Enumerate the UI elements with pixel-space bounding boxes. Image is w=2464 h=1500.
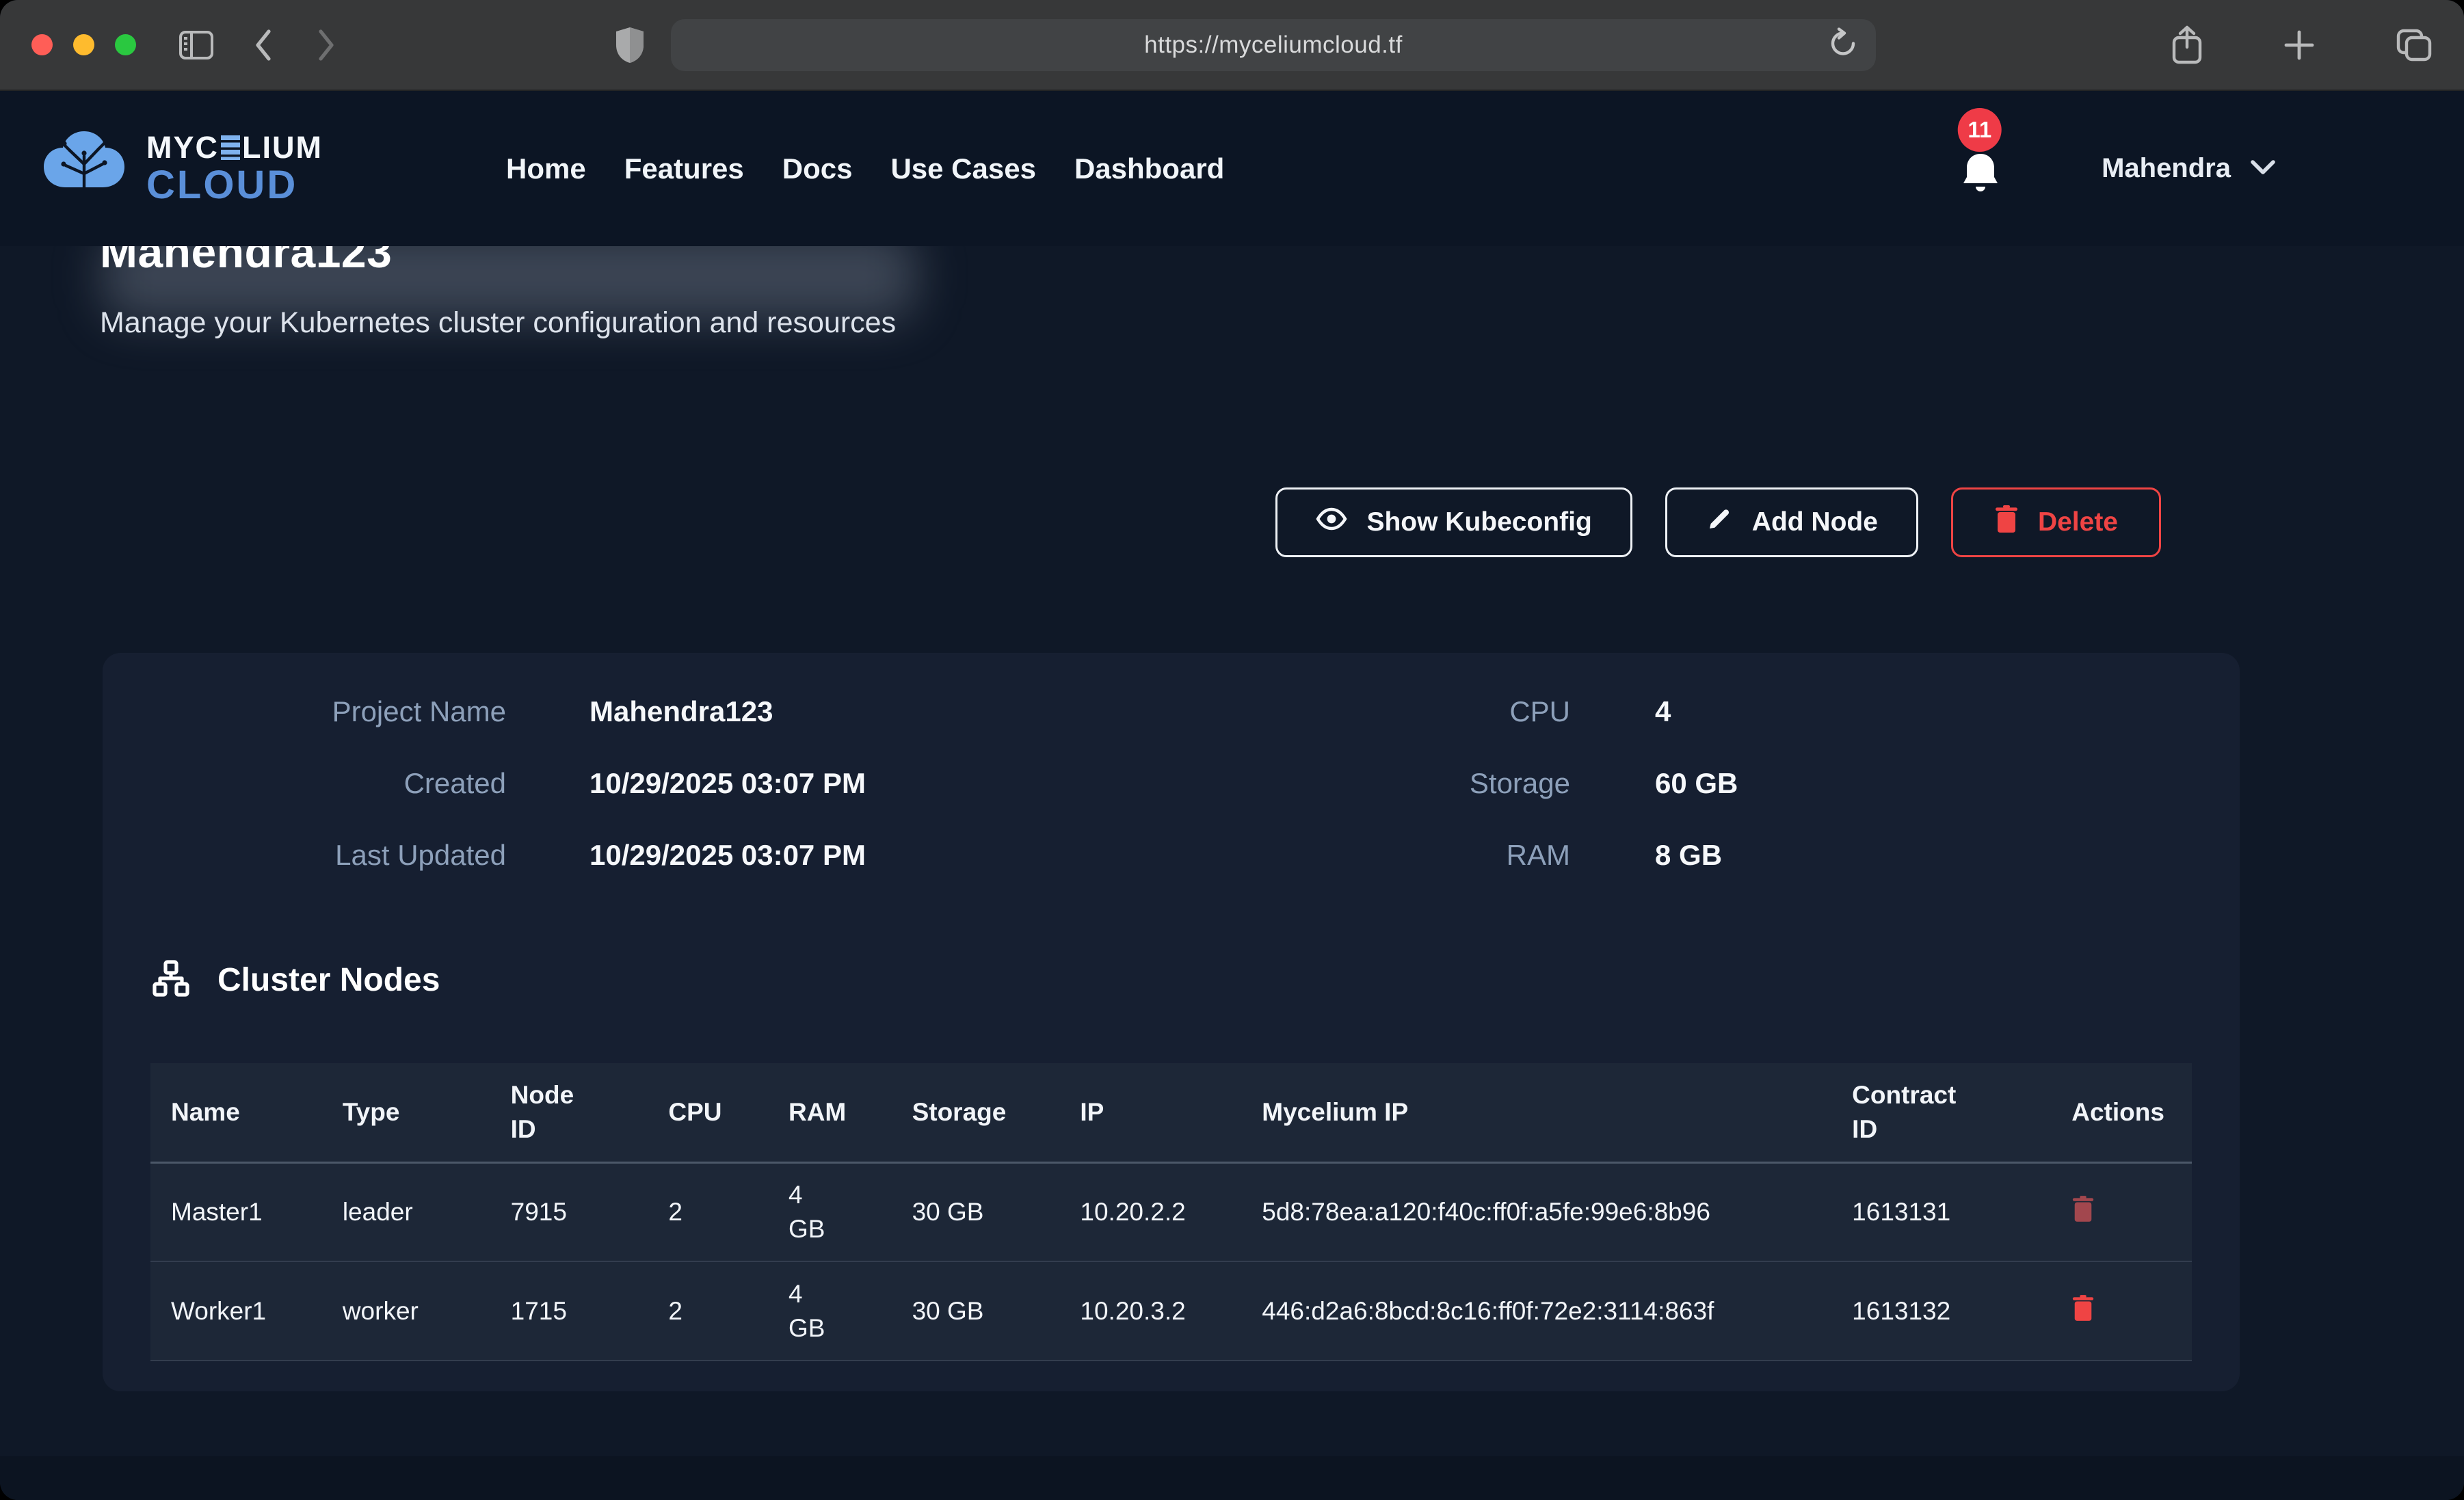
col-cpu: CPU bbox=[648, 1063, 768, 1162]
tab-overview-icon[interactable] bbox=[2396, 28, 2433, 62]
traffic-lights bbox=[31, 34, 136, 55]
cell-contract-id: 1613132 bbox=[1831, 1261, 2051, 1361]
cell-node-id: 7915 bbox=[490, 1162, 648, 1261]
cell-name: Master1 bbox=[150, 1162, 322, 1261]
cloud-logo-icon bbox=[40, 129, 129, 209]
cluster-info-left: Project Name Mahendra123 Created 10/29/2… bbox=[103, 695, 866, 872]
info-value: 10/29/2025 03:07 PM bbox=[589, 839, 866, 872]
cell-type: leader bbox=[322, 1162, 490, 1261]
cell-mycelium-ip: 5d8:78ea:a120:f40c:ff0f:a5fe:99e6:8b96 bbox=[1241, 1162, 1831, 1261]
col-type: Type bbox=[322, 1063, 490, 1162]
notification-badge: 11 bbox=[1958, 108, 2002, 152]
delete-node-button[interactable] bbox=[2071, 1294, 2095, 1324]
show-kubeconfig-button[interactable]: Show Kubeconfig bbox=[1275, 487, 1632, 557]
cell-contract-id: 1613131 bbox=[1831, 1162, 2051, 1261]
info-label: Last Updated bbox=[103, 839, 506, 872]
table-header-row: Name Type Node ID CPU RAM Storage IP Myc… bbox=[150, 1063, 2192, 1162]
info-value: 60 GB bbox=[1655, 767, 1738, 800]
cell-storage: 30 GB bbox=[892, 1261, 1060, 1361]
eye-icon bbox=[1316, 507, 1347, 537]
privacy-shield-icon[interactable] bbox=[615, 26, 645, 64]
cell-mycelium-ip: 446:d2a6:8bcd:8c16:ff0f:72e2:3114:863f bbox=[1241, 1261, 1831, 1361]
nav-link-use-cases[interactable]: Use Cases bbox=[890, 152, 1035, 185]
zoom-window-button[interactable] bbox=[115, 34, 136, 55]
cell-actions bbox=[2051, 1162, 2192, 1261]
minimize-window-button[interactable] bbox=[73, 34, 94, 55]
cluster-actions: Show Kubeconfig Add Node Delete bbox=[1275, 487, 2161, 557]
cell-storage: 30 GB bbox=[892, 1162, 1060, 1261]
bell-icon bbox=[1959, 151, 2002, 200]
sidebar-toggle-icon[interactable] bbox=[178, 30, 214, 60]
info-label: Project Name bbox=[103, 695, 506, 728]
nav-link-dashboard[interactable]: Dashboard bbox=[1074, 152, 1224, 185]
col-ram: RAM bbox=[768, 1063, 892, 1162]
cell-cpu: 2 bbox=[648, 1162, 768, 1261]
cell-ram: 4 GB bbox=[768, 1261, 892, 1361]
cell-ip: 10.20.3.2 bbox=[1059, 1261, 1241, 1361]
share-icon[interactable] bbox=[2171, 25, 2203, 65]
col-storage: Storage bbox=[892, 1063, 1060, 1162]
col-actions: Actions bbox=[2051, 1063, 2192, 1162]
cell-type: worker bbox=[322, 1261, 490, 1361]
notifications-button[interactable]: 11 bbox=[1959, 138, 2002, 200]
cluster-nodes-heading: Cluster Nodes bbox=[152, 959, 440, 1001]
nav-link-docs[interactable]: Docs bbox=[782, 152, 853, 185]
cell-node-id: 1715 bbox=[490, 1261, 648, 1361]
url-text: https://myceliumcloud.tf bbox=[1144, 31, 1403, 59]
info-value: Mahendra123 bbox=[589, 695, 866, 728]
info-label: CPU bbox=[1368, 695, 1570, 728]
cluster-info-right: CPU 4 Storage 60 GB RAM 8 GB bbox=[1368, 695, 1738, 872]
close-window-button[interactable] bbox=[31, 34, 53, 55]
col-contract-id: Contract ID bbox=[1831, 1063, 2051, 1162]
user-menu[interactable]: Mahendra bbox=[2102, 153, 2277, 184]
cluster-nodes-table: Name Type Node ID CPU RAM Storage IP Myc… bbox=[150, 1063, 2192, 1361]
col-node-id: Node ID bbox=[490, 1063, 648, 1162]
logo-e-bars-icon bbox=[221, 135, 240, 160]
logo-line2: CLOUD bbox=[146, 165, 323, 205]
delete-node-button[interactable] bbox=[2071, 1195, 2095, 1224]
nav-link-home[interactable]: Home bbox=[506, 152, 586, 185]
info-value: 4 bbox=[1655, 695, 1738, 728]
user-name: Mahendra bbox=[2102, 153, 2231, 184]
add-node-button[interactable]: Add Node bbox=[1665, 487, 1918, 557]
info-value: 10/29/2025 03:07 PM bbox=[589, 767, 866, 800]
page-footer-band bbox=[0, 1456, 2464, 1500]
cell-cpu: 2 bbox=[648, 1261, 768, 1361]
delete-cluster-button[interactable]: Delete bbox=[1951, 487, 2161, 557]
pencil-icon bbox=[1706, 505, 1733, 539]
page-subtitle: Manage your Kubernetes cluster configura… bbox=[100, 306, 896, 340]
reload-icon[interactable] bbox=[1829, 27, 1858, 62]
col-ip: IP bbox=[1059, 1063, 1241, 1162]
info-label: Storage bbox=[1368, 767, 1570, 800]
info-label: RAM bbox=[1368, 839, 1570, 872]
new-tab-icon[interactable] bbox=[2282, 28, 2316, 62]
cell-name: Worker1 bbox=[150, 1261, 322, 1361]
col-name: Name bbox=[150, 1063, 322, 1162]
info-label: Created bbox=[103, 767, 506, 800]
forward-button[interactable] bbox=[313, 27, 340, 63]
back-button[interactable] bbox=[250, 27, 277, 63]
info-value: 8 GB bbox=[1655, 839, 1738, 872]
col-mycelium-ip: Mycelium IP bbox=[1241, 1063, 1831, 1162]
logo-line1: MYCLIUM bbox=[146, 132, 323, 163]
browser-toolbar: https://myceliumcloud.tf bbox=[0, 0, 2464, 91]
cell-actions bbox=[2051, 1261, 2192, 1361]
nav-link-features[interactable]: Features bbox=[624, 152, 744, 185]
chevron-down-icon bbox=[2249, 157, 2277, 180]
cell-ip: 10.20.2.2 bbox=[1059, 1162, 1241, 1261]
address-bar[interactable]: https://myceliumcloud.tf bbox=[671, 19, 1876, 71]
browser-window: https://myceliumcloud.tf bbox=[0, 0, 2464, 1500]
mycelium-cloud-logo[interactable]: MYCLIUM CLOUD bbox=[40, 129, 323, 209]
trash-icon bbox=[1994, 505, 2019, 540]
table-row: Master1 leader 7915 2 4 GB 30 GB 10.20.2… bbox=[150, 1162, 2192, 1261]
cluster-details-card: Project Name Mahendra123 Created 10/29/2… bbox=[103, 653, 2240, 1391]
site-navbar: MYCLIUM CLOUD Home Features Docs Use Cas… bbox=[0, 91, 2464, 246]
cell-ram: 4 GB bbox=[768, 1162, 892, 1261]
network-nodes-icon bbox=[152, 959, 190, 1001]
nav-links: Home Features Docs Use Cases Dashboard bbox=[506, 152, 1224, 185]
table-row: Worker1 worker 1715 2 4 GB 30 GB 10.20.3… bbox=[150, 1261, 2192, 1361]
